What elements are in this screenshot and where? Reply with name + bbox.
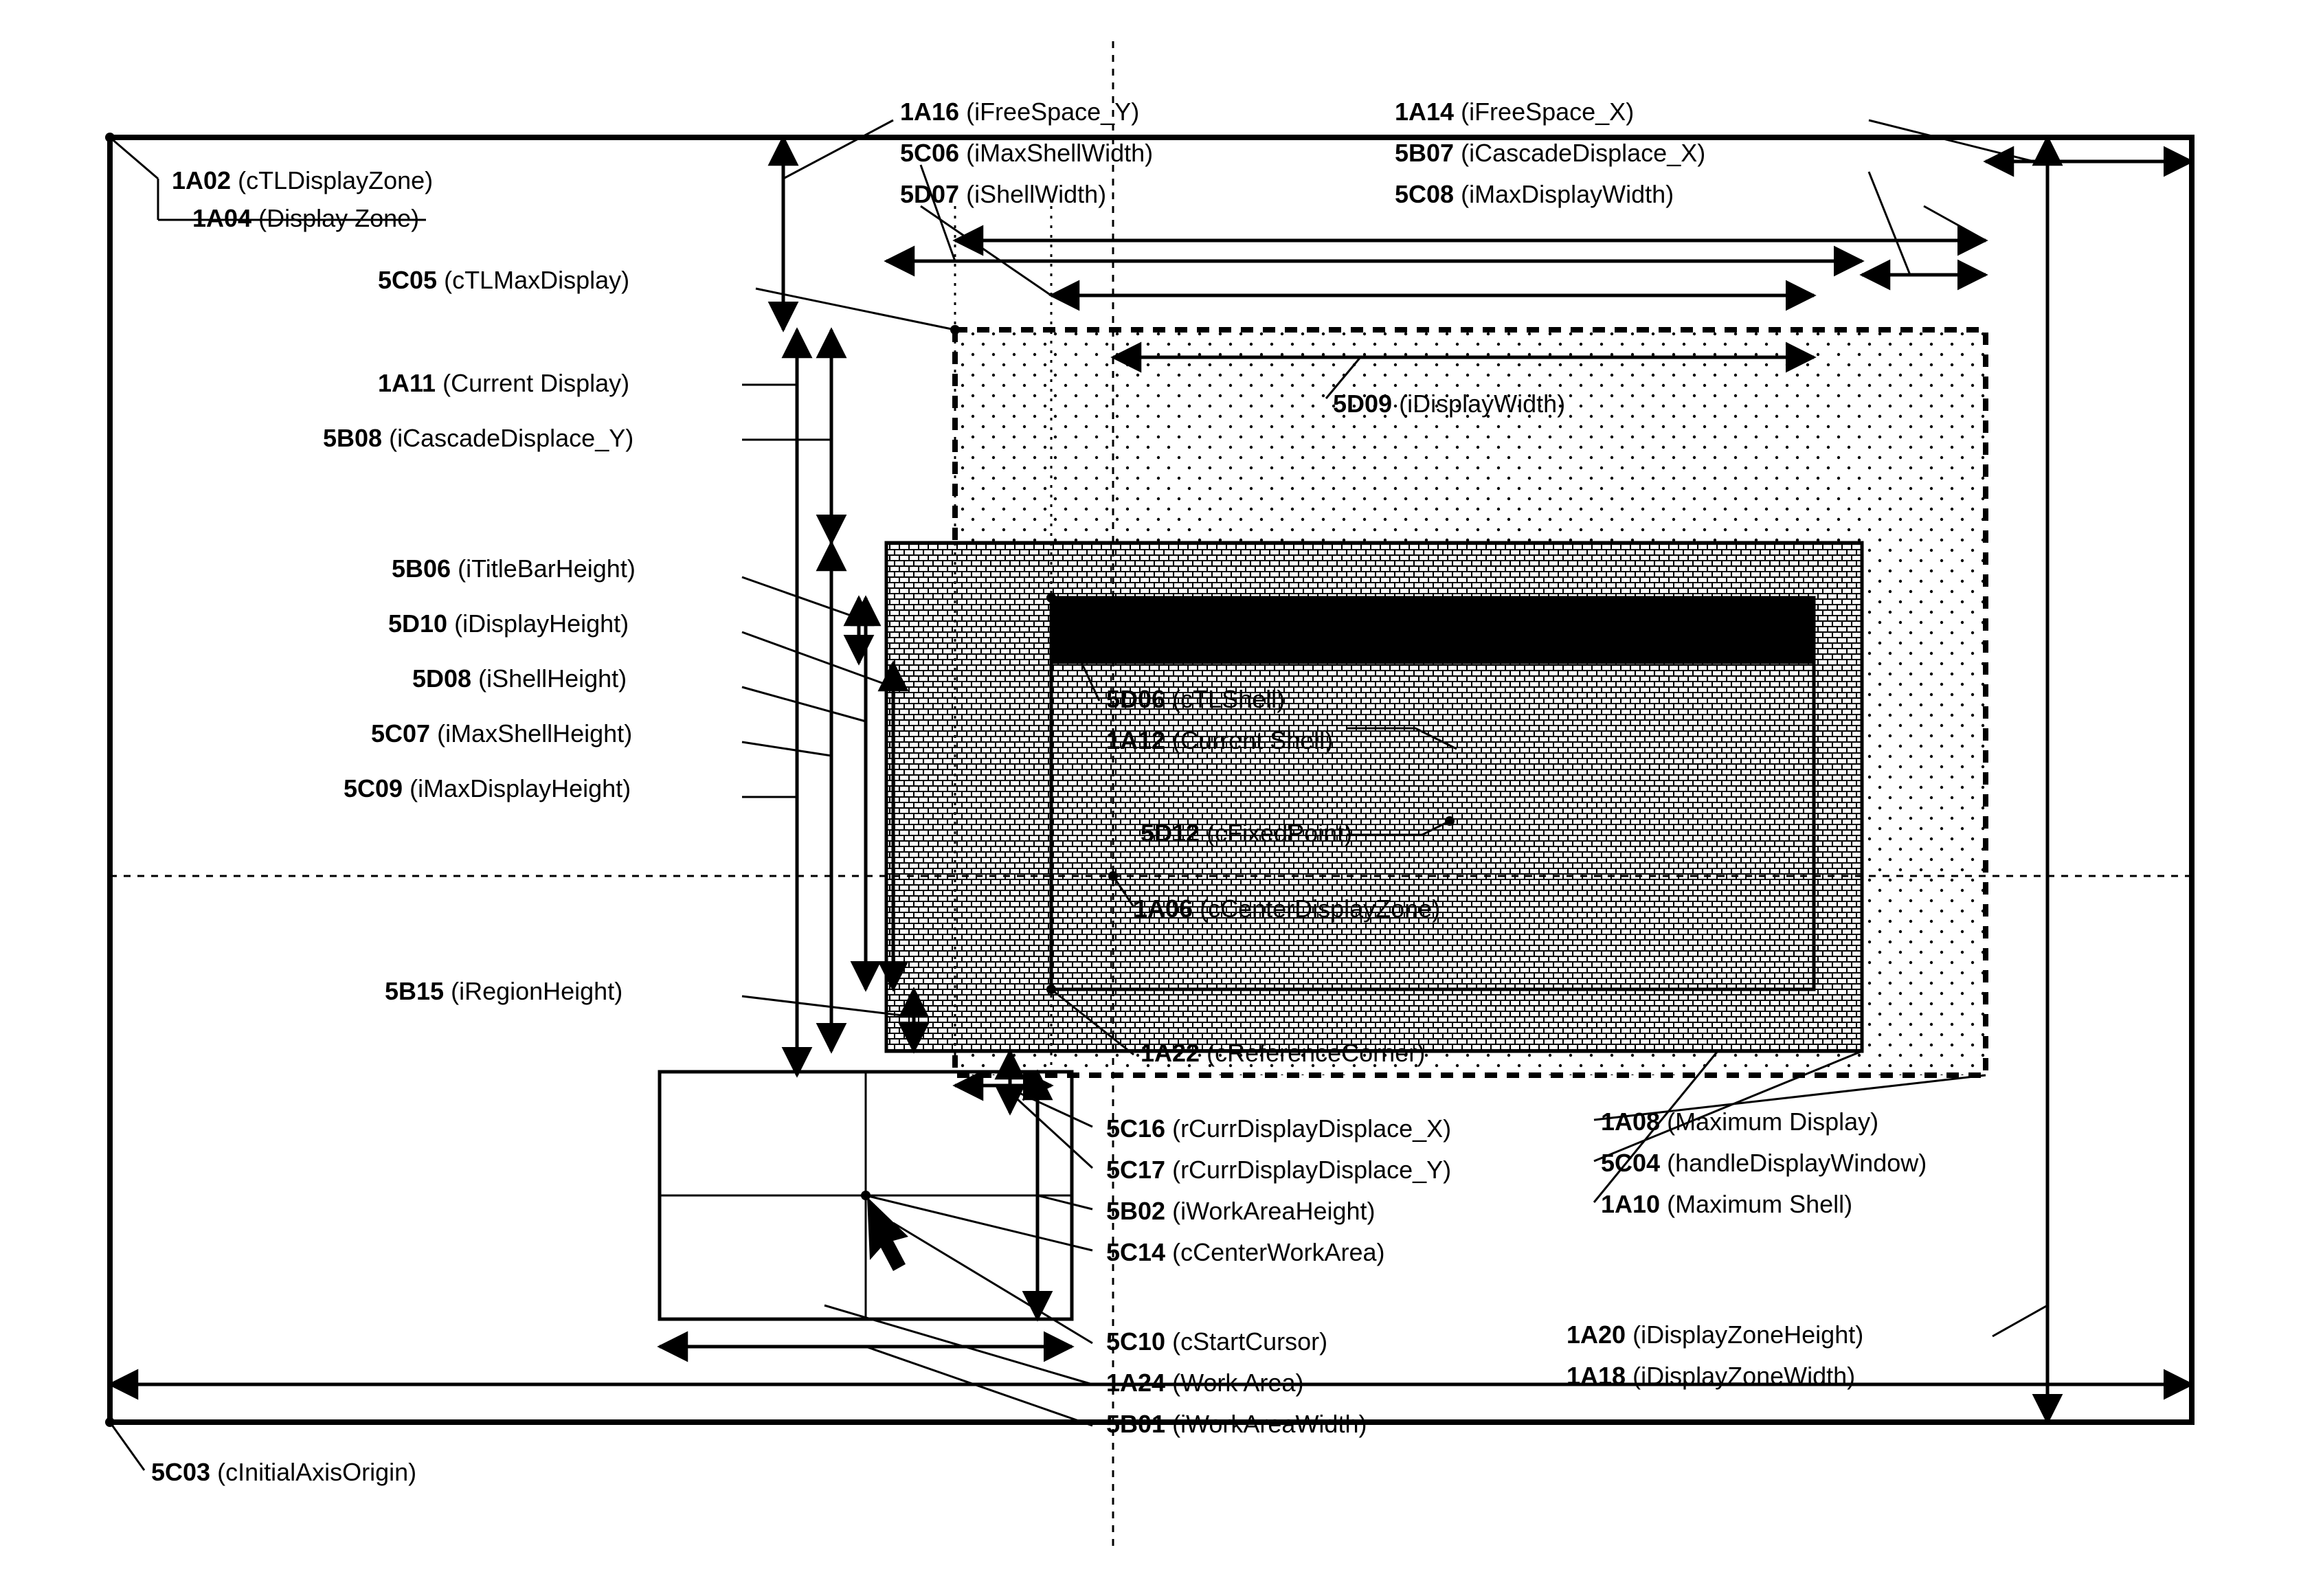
label-5D10: 5D10 (iDisplayHeight) bbox=[388, 609, 629, 638]
label-5C03: 5C03 (cInitialAxisOrigin) bbox=[151, 1458, 416, 1486]
label-1A18: 1A18 (iDisplayZoneWidth) bbox=[1567, 1362, 1855, 1390]
label-5D09: 5D09 (iDisplayWidth) bbox=[1333, 390, 1565, 418]
diagram-root: 1A02 (cTLDisplayZone) 1A04 (Display Zone… bbox=[0, 0, 2312, 1596]
label-1A04: 1A04 (Display Zone) bbox=[192, 204, 419, 232]
label-1A02: 1A02 (cTLDisplayZone) bbox=[172, 166, 433, 194]
label-5B02: 5B02 (iWorkAreaHeight) bbox=[1106, 1197, 1376, 1225]
label-1A16: 1A16 (iFreeSpace_Y) bbox=[900, 98, 1139, 126]
label-1A12: 1A12 (Current Shell) bbox=[1106, 726, 1333, 754]
label-5C06: 5C06 (iMaxShellWidth) bbox=[900, 139, 1153, 167]
label-5D07: 5D07 (iShellWidth) bbox=[900, 180, 1106, 208]
label-5C17: 5C17 (rCurrDisplayDisplace_Y) bbox=[1106, 1156, 1451, 1184]
label-5B06: 5B06 (iTitleBarHeight) bbox=[392, 554, 636, 583]
label-1A24: 1A24 (Work Area) bbox=[1106, 1369, 1303, 1397]
label-5B07: 5B07 (iCascadeDisplace_X) bbox=[1395, 139, 1705, 167]
label-5B01: 5B01 (iWorkAreaWidth) bbox=[1106, 1410, 1367, 1438]
label-1A22: 1A22 (cReferenceCorner) bbox=[1141, 1039, 1425, 1067]
label-5C08: 5C08 (iMaxDisplayWidth) bbox=[1395, 180, 1674, 208]
label-1A20: 1A20 (iDisplayZoneHeight) bbox=[1567, 1320, 1863, 1349]
label-1A10: 1A10 (Maximum Shell) bbox=[1601, 1190, 1852, 1218]
label-5B08: 5B08 (iCascadeDisplace_Y) bbox=[323, 424, 633, 452]
label-5C05: 5C05 (cTLMaxDisplay) bbox=[378, 266, 629, 294]
label-5D06: 5D06 (cTLShell) bbox=[1106, 685, 1285, 713]
label-1A11: 1A11 (Current Display) bbox=[378, 369, 629, 397]
label-5C09: 5C09 (iMaxDisplayHeight) bbox=[344, 774, 631, 802]
label-5D12: 5D12 (cFixedPoint) bbox=[1141, 819, 1352, 847]
label-5B15: 5B15 (iRegionHeight) bbox=[385, 977, 622, 1005]
label-5C14: 5C14 (cCenterWorkArea) bbox=[1106, 1238, 1385, 1266]
title-bar-rect bbox=[1051, 598, 1814, 663]
cursor-icon bbox=[867, 1197, 908, 1271]
label-5C10: 5C10 (cStartCursor) bbox=[1106, 1327, 1327, 1356]
label-5C07: 5C07 (iMaxShellHeight) bbox=[371, 719, 632, 748]
label-1A14: 1A14 (iFreeSpace_X) bbox=[1395, 98, 1634, 126]
label-5D08: 5D08 (iShellHeight) bbox=[412, 664, 627, 693]
label-1A08: 1A08 (Maximum Display) bbox=[1601, 1108, 1878, 1136]
label-5C16: 5C16 (rCurrDisplayDisplace_X) bbox=[1106, 1114, 1451, 1143]
label-1A06: 1A06 (cCenterDisplayZone) bbox=[1134, 895, 1440, 923]
label-5C04: 5C04 (handleDisplayWindow) bbox=[1601, 1149, 1927, 1177]
